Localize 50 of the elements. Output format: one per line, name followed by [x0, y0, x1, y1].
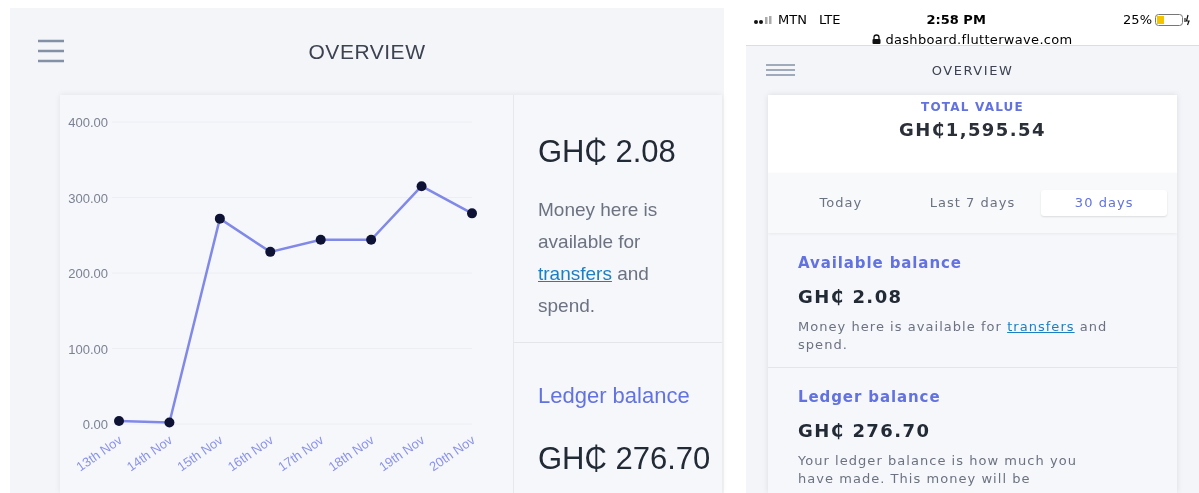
- page-title: OVERVIEW: [931, 61, 1014, 80]
- balance-amount: GH₵ 2.08: [798, 284, 904, 309]
- x-axis-label: 13th Nov: [73, 432, 125, 475]
- menu-icon[interactable]: [38, 39, 64, 63]
- signal-icon: [754, 15, 774, 24]
- x-axis-label: 19th Nov: [376, 432, 428, 475]
- network-type: LTE: [818, 11, 841, 29]
- x-axis-label: 17th Nov: [275, 432, 327, 475]
- x-axis-label: 14th Nov: [123, 432, 176, 475]
- ledger-label: Ledger balance: [798, 387, 942, 408]
- balance-description: Money here is available for transfers and spend.: [798, 317, 1109, 354]
- x-axis-label: 16th Nov: [224, 432, 276, 475]
- data-point: [467, 208, 477, 219]
- url-text[interactable]: dashboard.flutterwave.com: [885, 29, 1073, 49]
- x-axis-label: 20th Nov: [426, 432, 478, 475]
- y-axis-label: 0.00: [82, 417, 108, 432]
- ledger-label: Ledger balance: [538, 382, 691, 410]
- x-axis-label: 15th Nov: [174, 432, 226, 475]
- balance-label: Available balance: [798, 253, 963, 274]
- lock-icon: [872, 34, 882, 45]
- y-axis-label: 400.00: [68, 115, 108, 130]
- transfers-link[interactable]: transfers: [1007, 318, 1075, 334]
- balance-amount: GH₵ 2.08: [538, 133, 677, 171]
- ledger-amount: GH₵ 276.70: [798, 418, 932, 443]
- total-label: TOTAL VALUE: [921, 99, 1024, 116]
- data-point: [366, 234, 377, 245]
- battery-icon: [1155, 13, 1191, 26]
- data-point: [315, 234, 326, 245]
- x-axis-label: 18th Nov: [325, 432, 377, 475]
- total-amount: GH₵1,595.54: [899, 118, 1046, 142]
- carrier-name: MTN: [778, 11, 807, 29]
- y-axis-label: 300.00: [68, 190, 108, 206]
- ledger-description: Your ledger balance is how much you have made. This money will be: [798, 451, 1078, 488]
- battery-percent: 25%: [1123, 11, 1152, 29]
- balance-description: Money here is available for transfers and spend.: [538, 197, 659, 318]
- y-axis-label: 200.00: [68, 266, 108, 281]
- y-axis-label: 100.00: [68, 341, 108, 357]
- clock-time: 2:58 PM: [926, 11, 986, 29]
- data-point: [114, 416, 124, 426]
- data-point: [416, 181, 427, 192]
- period-tab[interactable]: Today: [778, 190, 904, 216]
- transfers-link[interactable]: transfers: [538, 262, 612, 284]
- period-tab[interactable]: 30 days: [1041, 190, 1167, 216]
- period-tab[interactable]: Last 7 days: [909, 190, 1036, 216]
- ledger-amount: GH₵ 276.70: [538, 440, 711, 478]
- data-point: [265, 246, 276, 257]
- data-point: [214, 213, 225, 224]
- page-title: OVERVIEW: [308, 38, 426, 65]
- menu-icon[interactable]: [766, 64, 795, 76]
- data-point: [164, 417, 175, 428]
